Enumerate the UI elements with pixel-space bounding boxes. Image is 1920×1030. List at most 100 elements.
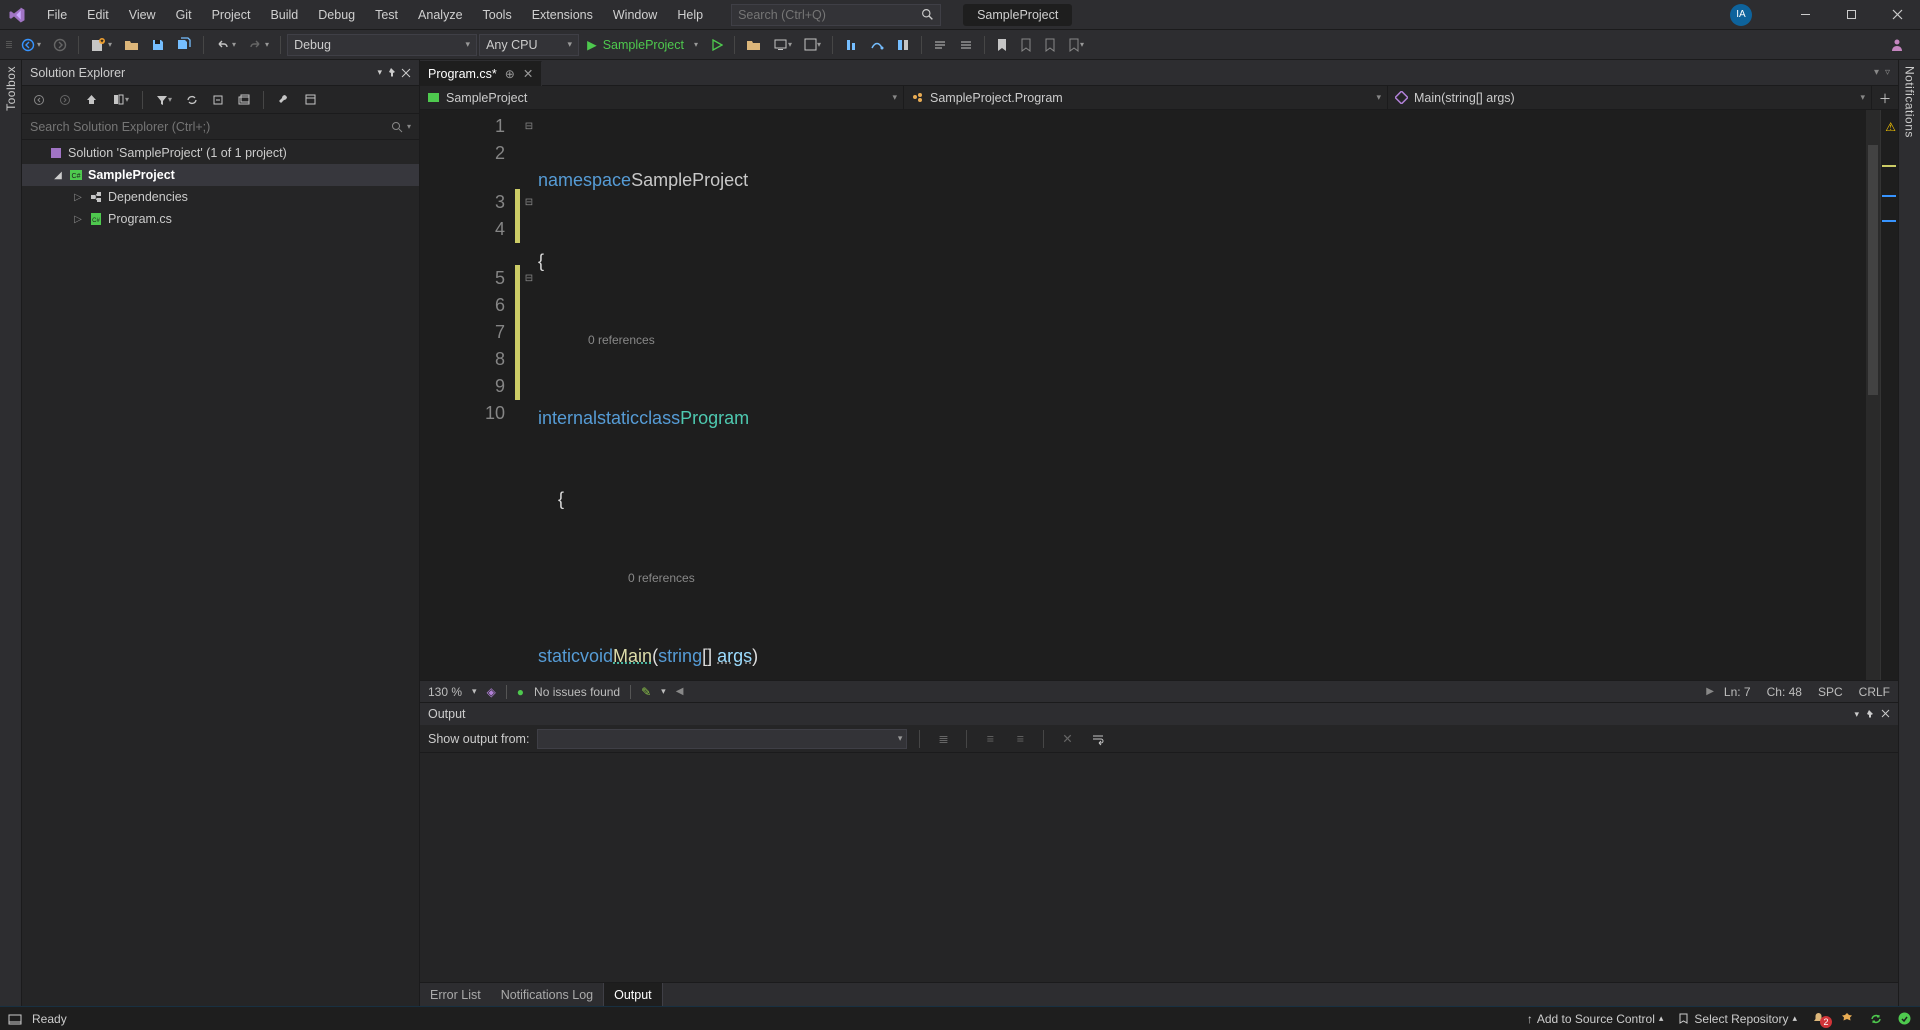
user-avatar[interactable]: IA <box>1730 4 1752 26</box>
editor-vertical-scrollbar[interactable] <box>1866 110 1880 680</box>
save-all-button[interactable] <box>172 34 197 56</box>
panel-pin-icon[interactable] <box>1865 709 1875 720</box>
menu-window[interactable]: Window <box>603 0 667 29</box>
eol-mode[interactable]: CRLF <box>1859 685 1890 699</box>
global-search-input[interactable] <box>738 8 921 22</box>
dependencies-node[interactable]: ▷ Dependencies <box>22 186 419 208</box>
feedback-icon[interactable] <box>1840 1011 1855 1026</box>
menu-view[interactable]: View <box>119 0 166 29</box>
panel-close-icon[interactable] <box>401 68 411 78</box>
solex-forward-button[interactable] <box>54 89 76 111</box>
code-editor[interactable]: 12345678910 ⊟⊟⊟ namespace SampleProject … <box>420 110 1898 680</box>
menu-edit[interactable]: Edit <box>77 0 119 29</box>
toolbox-rail[interactable]: Toolbox <box>0 60 22 1006</box>
solution-name-chip[interactable]: SampleProject <box>963 4 1072 26</box>
start-without-debug-button[interactable] <box>706 34 728 56</box>
output-clear-button[interactable]: ✕ <box>1056 728 1078 750</box>
save-button[interactable] <box>146 34 170 56</box>
panel-pin-icon[interactable] <box>386 67 397 78</box>
chevron-down-icon[interactable]: ▾ <box>472 686 477 697</box>
global-search[interactable] <box>731 4 941 26</box>
solex-showall-button[interactable] <box>233 89 255 111</box>
nav-project-combo[interactable]: SampleProject▾ <box>420 86 904 109</box>
brush-icon[interactable]: ✎ <box>641 685 651 699</box>
bookmark-next-button[interactable] <box>1039 34 1061 56</box>
pin-icon[interactable]: ⊕ <box>505 67 515 81</box>
solution-config-combo[interactable]: Debug▾ <box>287 34 477 56</box>
bottom-tab-notifications-log[interactable]: Notifications Log <box>491 983 603 1006</box>
tab-overflow-icon[interactable]: ▾ <box>1874 67 1879 78</box>
solex-home-button[interactable] <box>80 89 103 111</box>
nav-add-button[interactable]: ＋ <box>1872 86 1898 109</box>
solution-node[interactable]: Solution 'SampleProject' (1 of 1 project… <box>22 142 419 164</box>
chevron-down-icon[interactable]: ▾ <box>407 122 411 131</box>
panel-dropdown-icon[interactable]: ▾ <box>1854 709 1859 720</box>
menu-git[interactable]: Git <box>166 0 202 29</box>
preview-button[interactable]: ▾ <box>768 34 797 56</box>
notifications-bell[interactable]: 2 <box>1811 1011 1826 1026</box>
expand-icon[interactable]: ▷ <box>72 192 84 203</box>
document-tab-program[interactable]: Program.cs* ⊕ ✕ <box>420 61 542 86</box>
output-next-button[interactable]: ≡ <box>1009 728 1031 750</box>
output-icon[interactable] <box>8 1012 22 1026</box>
menu-tools[interactable]: Tools <box>473 0 522 29</box>
output-source-combo[interactable]: ▾ <box>537 729 907 749</box>
close-icon[interactable]: ✕ <box>523 66 533 81</box>
solution-explorer-search[interactable]: ▾ <box>22 114 419 140</box>
uncomment-button[interactable] <box>954 34 978 56</box>
indent-mode[interactable]: SPC <box>1818 685 1843 699</box>
codelens-class[interactable]: 0 references <box>588 327 655 354</box>
new-item-button[interactable]: ✦▾ <box>85 34 117 56</box>
solex-sync-button[interactable] <box>181 89 203 111</box>
window-minimize-button[interactable] <box>1782 0 1828 29</box>
issues-label[interactable]: No issues found <box>534 685 620 699</box>
solex-switch-view-button[interactable]: ▾ <box>107 89 134 111</box>
redo-button[interactable]: ▾ <box>243 34 274 56</box>
panel-dropdown-icon[interactable]: ▾ <box>377 67 382 78</box>
nav-member-combo[interactable]: Main(string[] args)▾ <box>1388 86 1872 109</box>
output-prev-button[interactable]: ≡ <box>979 728 1001 750</box>
bookmark-clear-button[interactable]: ▾ <box>1063 34 1089 56</box>
comment-button[interactable] <box>928 34 952 56</box>
output-text-area[interactable] <box>420 753 1898 982</box>
zoom-level[interactable]: 130 % <box>428 685 462 699</box>
code-content[interactable]: namespace SampleProject { 0 references i… <box>538 110 1880 680</box>
open-file-button[interactable] <box>119 34 144 56</box>
solex-properties-button[interactable] <box>272 89 295 111</box>
tab-more-icon[interactable]: ▿ <box>1885 67 1890 78</box>
panel-close-icon[interactable] <box>1881 709 1890 720</box>
solution-explorer-search-input[interactable] <box>30 120 391 134</box>
solution-platform-combo[interactable]: Any CPU▾ <box>479 34 579 56</box>
bookmark-prev-button[interactable] <box>1015 34 1037 56</box>
nav-class-combo[interactable]: SampleProject.Program▾ <box>904 86 1388 109</box>
window-close-button[interactable] <box>1874 0 1920 29</box>
select-repository[interactable]: Select Repository ▴ <box>1677 1012 1797 1026</box>
source-control-add[interactable]: ↑ Add to Source Control ▴ <box>1527 1012 1664 1026</box>
menu-debug[interactable]: Debug <box>308 0 365 29</box>
tool-btn-1[interactable]: ▾ <box>799 34 826 56</box>
solex-back-button[interactable] <box>28 89 50 111</box>
cursor-col[interactable]: Ch: 48 <box>1767 685 1802 699</box>
menu-build[interactable]: Build <box>260 0 308 29</box>
solex-preview-button[interactable] <box>299 89 322 111</box>
overview-ruler[interactable]: ⚠ <box>1880 110 1898 680</box>
status-ok-icon[interactable] <box>1897 1011 1912 1026</box>
expand-icon[interactable]: ▷ <box>72 214 84 225</box>
bookmark-toggle-button[interactable] <box>991 34 1013 56</box>
scroll-left-icon[interactable]: ◀ <box>676 686 684 697</box>
fold-gutter[interactable]: ⊟⊟⊟ <box>520 110 538 680</box>
step-into-icon[interactable] <box>839 34 863 56</box>
bottom-tab-output[interactable]: Output <box>603 983 663 1006</box>
solex-filter-button[interactable]: ▾ <box>151 89 177 111</box>
menu-extensions[interactable]: Extensions <box>522 0 603 29</box>
solex-collapse-button[interactable] <box>207 89 229 111</box>
file-node-program[interactable]: ▷ C# Program.cs <box>22 208 419 230</box>
start-debug-button[interactable]: ▶SampleProject▾ <box>581 34 704 56</box>
menu-project[interactable]: Project <box>202 0 261 29</box>
project-node[interactable]: ◢ C# SampleProject <box>22 164 419 186</box>
bottom-tab-error-list[interactable]: Error List <box>420 983 491 1006</box>
notifications-rail[interactable]: Notifications <box>1898 60 1920 1006</box>
output-wrap-button[interactable] <box>1086 728 1110 750</box>
menu-analyze[interactable]: Analyze <box>408 0 472 29</box>
step-out-icon[interactable] <box>891 34 915 56</box>
